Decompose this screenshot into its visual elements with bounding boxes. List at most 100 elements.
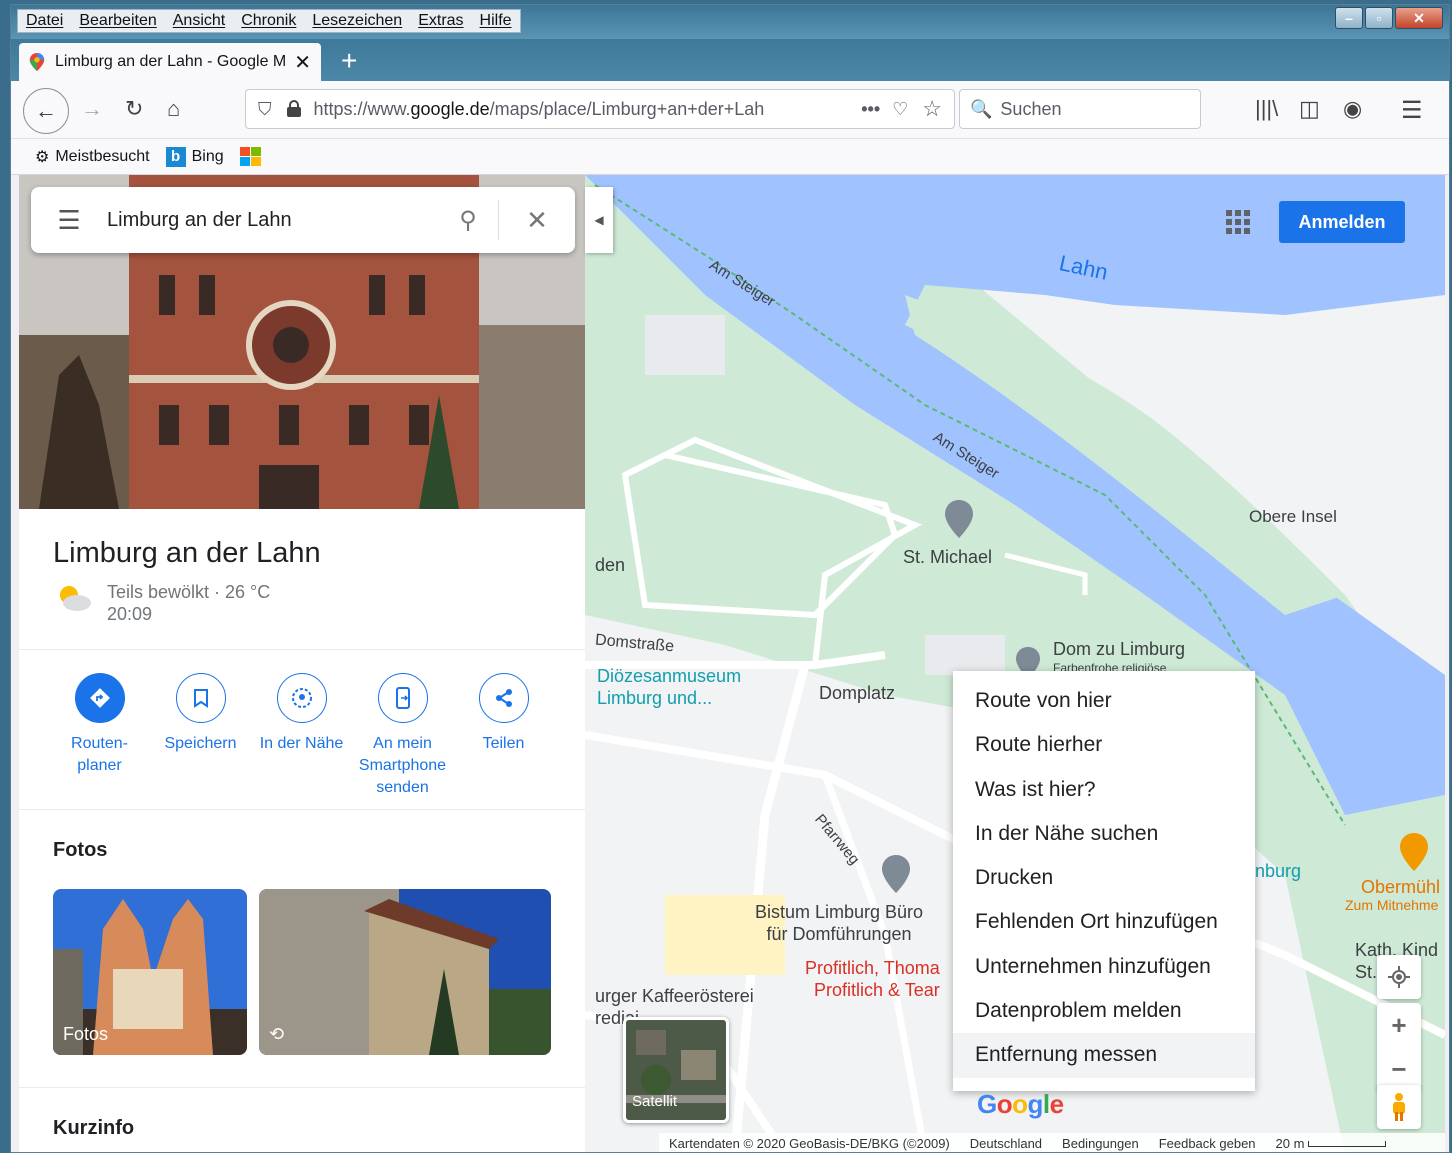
- bookmark-bing[interactable]: b Bing: [165, 146, 224, 167]
- sign-in-button[interactable]: Anmelden: [1279, 201, 1405, 243]
- tab-title: Limburg an der Lahn - Google M: [55, 53, 287, 70]
- photo-thumbnail-2[interactable]: ⟲: [259, 889, 551, 1055]
- map-context-menu: Route von hier Route hierher Was ist hie…: [953, 671, 1255, 1091]
- bookmark-icon: [193, 689, 208, 708]
- tab-google-maps[interactable]: Limburg an der Lahn - Google M ✕: [19, 43, 321, 81]
- share-button[interactable]: Teilen: [453, 673, 554, 799]
- menu-icon[interactable]: ☰: [31, 205, 107, 236]
- new-tab-button[interactable]: +: [341, 45, 357, 77]
- directions-icon: [89, 688, 110, 708]
- maps-favicon-icon: [29, 53, 45, 71]
- map-label-dom[interactable]: Dom zu Limburg: [1053, 639, 1185, 660]
- ctx-measure-distance[interactable]: Entfernung messen: [953, 1033, 1255, 1078]
- photos-caption: Fotos: [63, 1024, 109, 1044]
- my-location-button[interactable]: [1377, 955, 1421, 999]
- ctx-search-nearby[interactable]: In der Nähe suchen: [953, 812, 1255, 856]
- menu-ansicht[interactable]: Ansicht: [165, 10, 233, 32]
- maximize-button[interactable]: ▫: [1365, 7, 1393, 29]
- google-apps-icon[interactable]: [1225, 209, 1251, 235]
- search-icon[interactable]: ⚲: [438, 206, 498, 235]
- bookmarks-toolbar: ⚙ Meistbesucht b Bing: [11, 139, 1449, 175]
- country-link[interactable]: Deutschland: [970, 1136, 1042, 1151]
- bookmark-colorful[interactable]: [239, 146, 262, 167]
- navigation-toolbar: ← → ↻ ⌂ ⛉ https://www.google.de/maps/pla…: [11, 81, 1449, 139]
- ctx-report-data-problem[interactable]: Datenproblem melden: [953, 989, 1255, 1033]
- hamburger-menu-icon[interactable]: ☰: [1401, 96, 1423, 125]
- scale-bar[interactable]: 20 m: [1276, 1136, 1387, 1151]
- search-placeholder: Suchen: [1000, 98, 1062, 119]
- ctx-add-business[interactable]: Unternehmen hinzufügen: [953, 945, 1255, 989]
- ctx-route-to-here[interactable]: Route hierher: [953, 723, 1255, 767]
- back-button[interactable]: ←: [23, 88, 69, 134]
- menu-bearbeiten[interactable]: Bearbeiten: [71, 10, 164, 32]
- street-view-pegman[interactable]: [1377, 1085, 1421, 1129]
- puzzle-icon: [239, 146, 261, 166]
- menu-bar: Datei Bearbeiten Ansicht Chronik Lesezei…: [17, 9, 521, 33]
- menu-extras[interactable]: Extras: [410, 10, 471, 32]
- maps-search-box: ☰ Limburg an der Lahn ⚲ ✕: [31, 187, 575, 253]
- map-label-profitlich[interactable]: Profitlich, Thoma Profitlich & Tear: [805, 957, 940, 1001]
- browser-window: Datei Bearbeiten Ansicht Chronik Lesezei…: [10, 4, 1450, 1153]
- library-icon[interactable]: |||\: [1255, 96, 1278, 122]
- place-side-panel: Limburg an der Lahn Teils bewölkt · 26 °…: [19, 175, 585, 1152]
- map-label-st-michael[interactable]: St. Michael: [903, 547, 992, 568]
- close-tab-icon[interactable]: ✕: [294, 50, 311, 75]
- close-window-button[interactable]: ✕: [1395, 7, 1443, 29]
- clear-search-icon[interactable]: ✕: [499, 205, 575, 236]
- directions-button[interactable]: Routen- planer: [49, 673, 150, 799]
- bookmark-star-icon[interactable]: ☆: [922, 96, 942, 122]
- home-button[interactable]: ⌂: [167, 96, 180, 122]
- divider: [19, 649, 585, 650]
- ctx-whats-here[interactable]: Was ist hier?: [953, 768, 1255, 812]
- save-button[interactable]: Speichern: [150, 673, 251, 799]
- collapse-panel-button[interactable]: ◀: [585, 187, 613, 253]
- url-bar[interactable]: ⛉ https://www.google.de/maps/place/Limbu…: [245, 89, 955, 129]
- minimize-button[interactable]: –: [1335, 7, 1363, 29]
- map-data-attribution: Kartendaten © 2020 GeoBasis-DE/BKG (©200…: [669, 1136, 950, 1151]
- weather-condition: Teils bewölkt · 26 °C: [107, 582, 271, 602]
- map-footer: Kartendaten © 2020 GeoBasis-DE/BKG (©200…: [659, 1133, 1445, 1152]
- maps-search-input[interactable]: Limburg an der Lahn: [107, 209, 438, 232]
- zoom-controls: + −: [1377, 1003, 1421, 1091]
- photo-thumbnail-1[interactable]: Fotos: [53, 889, 247, 1055]
- shield-icon[interactable]: ⛉: [258, 99, 272, 120]
- map-label-bistum[interactable]: Bistum Limburg Büro für Domführungen: [755, 901, 923, 945]
- map-label-obermuehl[interactable]: Obermühl: [1361, 877, 1440, 898]
- gear-icon: ⚙: [35, 148, 50, 166]
- menu-hilfe[interactable]: Hilfe: [472, 10, 520, 32]
- ctx-print[interactable]: Drucken: [953, 856, 1255, 900]
- divider: [19, 1087, 585, 1088]
- account-icon[interactable]: ◉: [1343, 96, 1362, 122]
- nearby-button[interactable]: In der Nähe: [251, 673, 352, 799]
- window-controls: – ▫ ✕: [1335, 7, 1443, 29]
- pocket-icon[interactable]: ♡: [892, 99, 908, 120]
- sidebar-icon[interactable]: ◫: [1299, 96, 1320, 122]
- terms-link[interactable]: Bedingungen: [1062, 1136, 1139, 1151]
- page-actions-icon[interactable]: •••: [861, 99, 880, 120]
- weather-info: Teils bewölkt · 26 °C 20:09: [53, 581, 270, 625]
- share-icon: [495, 689, 512, 707]
- reload-button[interactable]: ↻: [125, 96, 143, 122]
- web-search-input[interactable]: 🔍 Suchen: [959, 89, 1201, 129]
- caret-left-icon: ◀: [594, 213, 604, 227]
- weather-time: 20:09: [107, 604, 153, 624]
- partly-cloudy-icon: [60, 586, 91, 611]
- menu-datei[interactable]: Datei: [18, 10, 71, 32]
- ctx-add-missing-place[interactable]: Fehlenden Ort hinzufügen: [953, 900, 1255, 944]
- map-label-mitnehme: Zum Mitnehme: [1345, 897, 1439, 913]
- phone-icon: [395, 687, 410, 709]
- satellite-toggle[interactable]: Satellit: [623, 1017, 729, 1123]
- bookmark-meistbesucht[interactable]: ⚙ Meistbesucht: [35, 147, 150, 167]
- url-text[interactable]: https://www.google.de/maps/place/Limburg…: [314, 99, 850, 120]
- zoom-in-button[interactable]: +: [1377, 1003, 1421, 1047]
- title-bar: Datei Bearbeiten Ansicht Chronik Lesezei…: [11, 5, 1449, 39]
- menu-chronik[interactable]: Chronik: [233, 10, 304, 32]
- info-heading: Kurzinfo: [53, 1117, 135, 1139]
- menu-lesezeichen[interactable]: Lesezeichen: [304, 10, 410, 32]
- map-label-museum[interactable]: Diözesanmuseum Limburg und...: [597, 665, 741, 709]
- feedback-link[interactable]: Feedback geben: [1159, 1136, 1256, 1151]
- ctx-route-from-here[interactable]: Route von hier: [953, 679, 1255, 723]
- lock-icon[interactable]: [286, 100, 302, 118]
- forward-button[interactable]: →: [81, 96, 103, 122]
- send-to-phone-button[interactable]: An mein Smartphone senden: [352, 673, 453, 799]
